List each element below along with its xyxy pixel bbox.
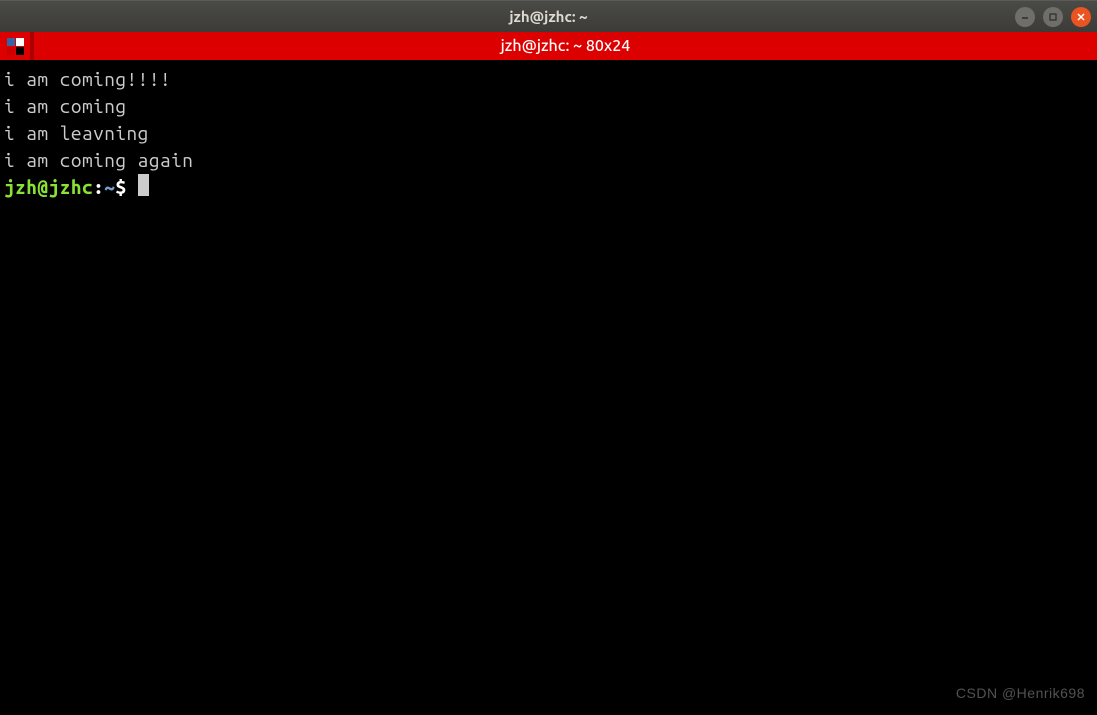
- terminal-output-line: i am leavning: [4, 120, 1093, 147]
- grid-icon: [7, 38, 24, 55]
- maximize-button[interactable]: [1043, 7, 1063, 27]
- terminal-tab-active[interactable]: jzh@jzhc: ~ 80x24: [34, 32, 1097, 60]
- window-controls: [1015, 7, 1091, 27]
- prompt-colon: :: [93, 176, 104, 198]
- terminal-viewport[interactable]: i am coming!!!! i am coming i am leavnin…: [0, 60, 1097, 715]
- prompt-path: ~: [104, 176, 115, 198]
- terminal-prompt-line: jzh@jzhc:~$: [4, 174, 1093, 201]
- terminal-output-line: i am coming: [4, 93, 1093, 120]
- close-icon: [1076, 12, 1086, 22]
- prompt-user-host: jzh@jzhc: [4, 176, 93, 198]
- cursor-icon: [138, 174, 149, 196]
- terminal-tab-bar: jzh@jzhc: ~ 80x24: [0, 32, 1097, 60]
- minimize-icon: [1020, 12, 1030, 22]
- maximize-icon: [1048, 12, 1058, 22]
- minimize-button[interactable]: [1015, 7, 1035, 27]
- terminal-output-line: i am coming again: [4, 147, 1093, 174]
- prompt-symbol: $: [115, 176, 137, 198]
- window-titlebar: jzh@jzhc: ~: [0, 0, 1097, 32]
- window-title: jzh@jzhc: ~: [509, 8, 587, 25]
- terminator-app-icon[interactable]: [0, 32, 30, 60]
- watermark-text: CSDN @Henrik698: [956, 680, 1085, 707]
- terminal-output-line: i am coming!!!!: [4, 66, 1093, 93]
- tab-label: jzh@jzhc: ~ 80x24: [501, 37, 631, 55]
- close-button[interactable]: [1071, 7, 1091, 27]
